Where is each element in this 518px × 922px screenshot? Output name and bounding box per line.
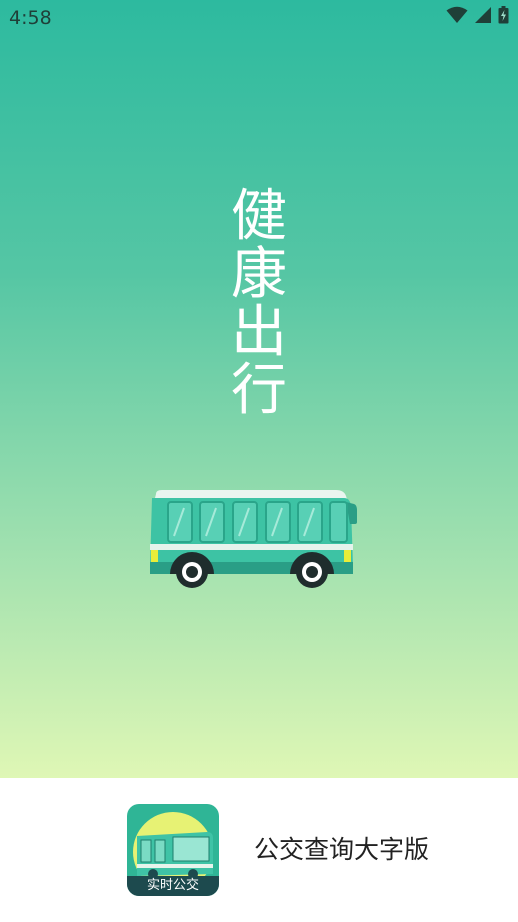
app-name: 公交查询大字版	[254, 835, 430, 864]
slogan-char: 行	[231, 358, 287, 423]
battery-charging-icon	[498, 6, 509, 28]
slogan-char: 健	[231, 184, 287, 249]
bus-illustration	[148, 488, 360, 590]
wifi-icon	[446, 6, 468, 28]
status-time: 4:58	[9, 7, 52, 29]
status-icons	[446, 6, 509, 28]
app-logo: 实时公交	[127, 804, 219, 896]
footer-brand: 实时公交 公交查询大字版	[0, 778, 518, 922]
cell-signal-icon	[474, 6, 492, 28]
status-bar: 4:58	[0, 0, 518, 36]
app-logo-label: 实时公交	[127, 876, 219, 896]
slogan-char: 出	[231, 300, 287, 365]
slogan-vertical: 健 康 出 行	[0, 188, 518, 420]
splash-background: 4:58 健 康 出 行	[0, 0, 518, 778]
slogan-char: 康	[231, 242, 287, 307]
